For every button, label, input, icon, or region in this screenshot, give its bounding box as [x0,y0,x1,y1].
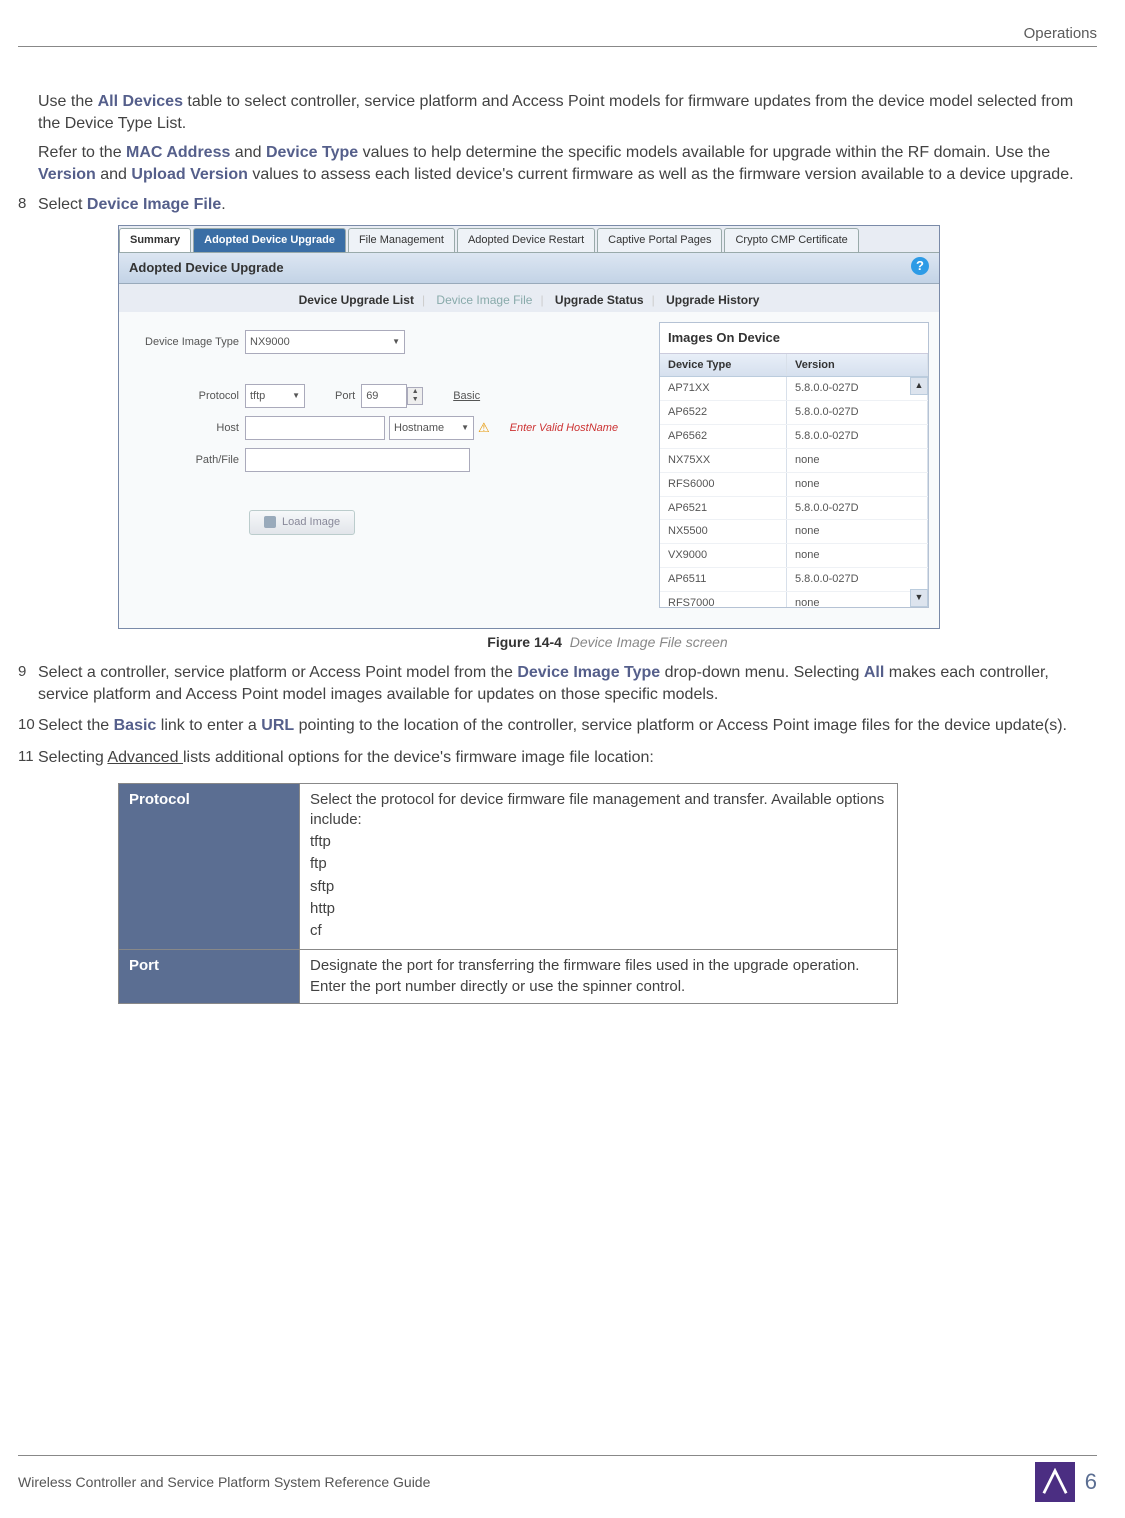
image-icon [264,516,276,528]
table-row-port: Port Designate the port for transferring… [119,950,898,1004]
table-row[interactable]: AP65115.8.0.0-027D [660,568,928,592]
tab-crypto-cmp-cert[interactable]: Crypto CMP Certificate [724,228,858,252]
warning-icon: ⚠ [478,419,490,437]
table-row[interactable]: VX9000none [660,544,928,568]
chevron-down-icon: ▼ [461,423,469,434]
help-icon[interactable]: ? [911,257,929,275]
host-error-text: Enter Valid HostName [510,421,618,436]
table-row[interactable]: AP65225.8.0.0-027D [660,401,928,425]
host-type-combo[interactable]: Hostname▼ [389,416,474,440]
port-header: Port [119,950,300,1004]
options-table: Protocol Select the protocol for device … [118,783,898,1004]
images-panel-title: Images On Device [660,323,928,354]
advanced-link-text: Advanced [107,749,183,766]
port-label: Port [335,389,355,404]
table-row[interactable]: AP65215.8.0.0-027D [660,497,928,521]
scroll-up-button[interactable]: ▲ [910,377,928,395]
step-11: 11 Selecting Advanced lists additional o… [18,747,1097,769]
subtab-device-upgrade-list[interactable]: Device Upgrade List [299,293,414,307]
tab-adopted-device-upgrade[interactable]: Adopted Device Upgrade [193,228,346,252]
subtab-upgrade-status[interactable]: Upgrade Status [555,293,644,307]
footer-guide-title: Wireless Controller and Service Platform… [18,1473,430,1492]
table-row[interactable]: RFS6000none [660,473,928,497]
images-table-header: Device Type Version [660,354,928,378]
tab-file-management[interactable]: File Management [348,228,455,252]
version-label: Version [38,166,96,183]
intro-paragraph-1: Use the All Devices table to select cont… [38,91,1097,134]
page-footer: Wireless Controller and Service Platform… [18,1455,1097,1502]
figure-14-4: Summary Adopted Device Upgrade File Mana… [118,225,1097,652]
device-type-label: Device Type [266,144,358,161]
mac-address-label: MAC Address [126,144,230,161]
table-row-protocol: Protocol Select the protocol for device … [119,783,898,950]
host-input[interactable] [245,416,385,440]
header-rule [18,46,1097,47]
protocol-options-list: tftpftpsftphttpcf [310,832,887,941]
chevron-down-icon: ▼ [292,391,300,402]
tab-captive-portal-pages[interactable]: Captive Portal Pages [597,228,722,252]
device-image-type-combo[interactable]: NX9000▼ [245,330,405,354]
images-on-device-panel: Images On Device Device Type Version ▲ ▼… [659,322,929,608]
panel-title: Adopted Device Upgrade ? [119,253,939,284]
device-image-file-label: Device Image File [87,196,221,213]
upload-version-label: Upload Version [131,166,247,183]
table-row[interactable]: RFS7000none [660,592,928,607]
step-9: 9 Select a controller, service platform … [18,662,1097,705]
port-spinner[interactable]: ▲▼ [407,387,423,405]
figure-caption: Figure 14-4 Device Image File screen [118,633,1097,652]
top-tab-bar: Summary Adopted Device Upgrade File Mana… [119,226,939,253]
device-image-type-term: Device Image Type [517,664,660,681]
subtab-device-image-file[interactable]: Device Image File [436,293,532,307]
step-10: 10 Select the Basic link to enter a URL … [18,715,1097,737]
table-row[interactable]: NX75XXnone [660,449,928,473]
protocol-header: Protocol [119,783,300,950]
subtab-upgrade-history[interactable]: Upgrade History [666,293,759,307]
tab-adopted-device-restart[interactable]: Adopted Device Restart [457,228,595,252]
intro-paragraph-2: Refer to the MAC Address and Device Type… [38,142,1097,185]
host-label: Host [129,421,245,436]
path-input[interactable] [245,448,470,472]
sub-tab-bar: Device Upgrade List| Device Image File| … [119,284,939,312]
tab-summary[interactable]: Summary [119,228,191,252]
all-term: All [864,664,884,681]
url-term: URL [261,717,294,734]
load-image-button[interactable]: Load Image [249,510,355,535]
device-image-type-label: Device Image Type [129,335,245,350]
brand-logo [1035,1462,1075,1502]
port-input[interactable]: 69 [361,384,407,408]
table-row[interactable]: AP71XX5.8.0.0-027D [660,377,928,401]
scroll-down-button[interactable]: ▼ [910,589,928,607]
page-number: 6 [1085,1467,1097,1497]
table-row[interactable]: AP65625.8.0.0-027D [660,425,928,449]
all-devices-label: All Devices [98,93,183,110]
protocol-label: Protocol [129,389,245,404]
header-section: Operations [18,24,1097,46]
chevron-down-icon: ▼ [392,337,400,348]
table-row[interactable]: NX5500none [660,520,928,544]
step-8: 8 Select Device Image File. [18,194,1097,216]
images-table-body: ▲ ▼ AP71XX5.8.0.0-027DAP65225.8.0.0-027D… [660,377,928,607]
path-file-label: Path/File [129,453,245,468]
screenshot-panel: Summary Adopted Device Upgrade File Mana… [118,225,940,629]
basic-link[interactable]: Basic [453,389,480,404]
protocol-combo[interactable]: tftp▼ [245,384,305,408]
basic-term: Basic [114,717,157,734]
